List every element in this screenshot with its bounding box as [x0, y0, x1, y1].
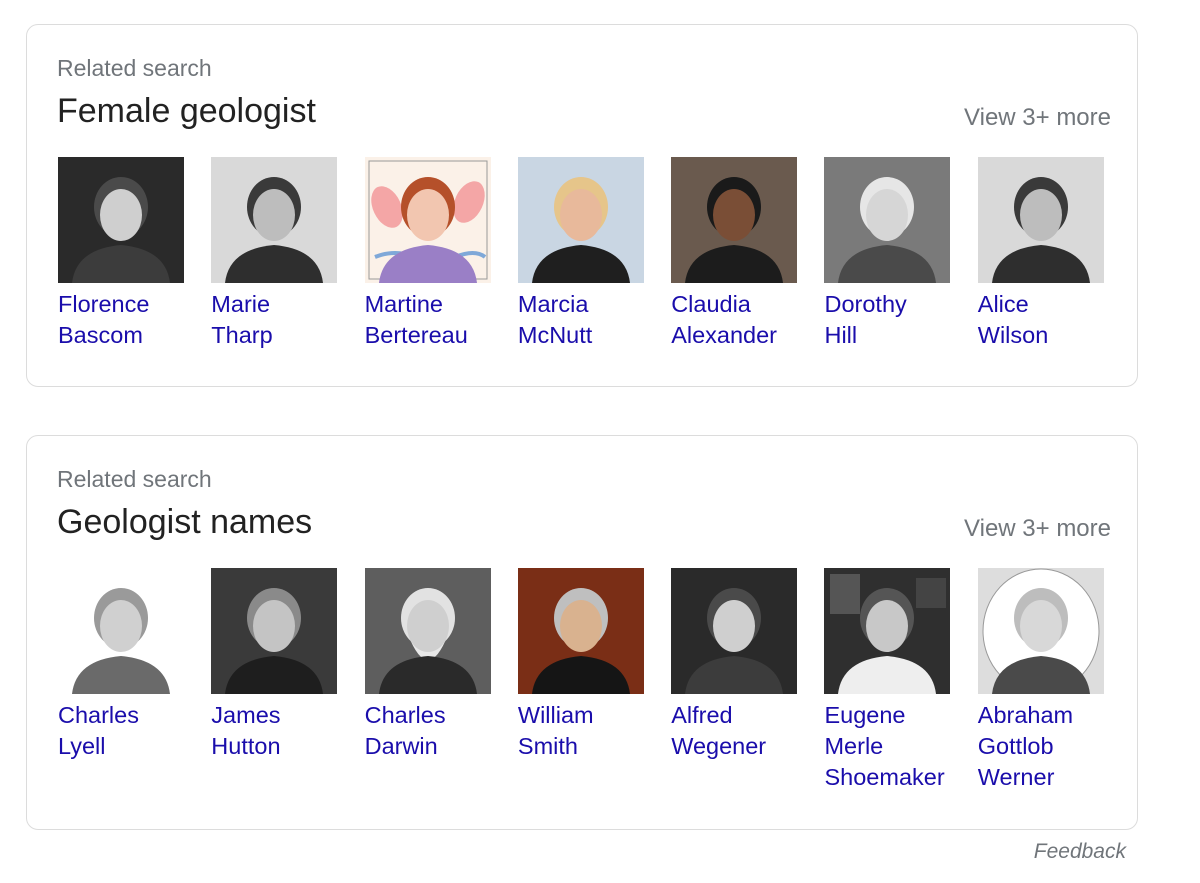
person-photo[interactable] — [671, 157, 798, 283]
person-name-link[interactable]: Martine Bertereau — [365, 289, 515, 351]
person-photo[interactable] — [824, 568, 951, 694]
person-name-line: Tharp — [211, 322, 273, 348]
person-card[interactable]: Martine Bertereau — [364, 157, 491, 351]
person-name-line: Shoemaker — [824, 764, 945, 790]
person-name-link[interactable]: Alice Wilson — [978, 289, 1128, 351]
card-title[interactable]: Female geologist — [57, 91, 316, 131]
person-name-line: Hutton — [211, 733, 281, 759]
person-name-line: Merle — [824, 733, 884, 759]
view-more-link[interactable]: View 3+ more — [964, 514, 1111, 544]
person-name-line: Smith — [517, 733, 578, 759]
person-name-line: Martine — [364, 291, 443, 317]
related-search-card-female-geologist: Related search Female geologist View 3+ … — [26, 24, 1138, 387]
person-name-line: Marcia — [517, 291, 589, 317]
person-photo[interactable] — [211, 568, 338, 694]
person-name-line: Werner — [977, 764, 1055, 790]
person-name-line: Lyell — [58, 733, 106, 759]
person-name-line: Wegener — [671, 733, 767, 759]
person-photo[interactable] — [58, 568, 184, 694]
view-more-link[interactable]: View 3+ more — [964, 103, 1111, 133]
person-card[interactable]: Abraham Gottlob Werner — [977, 568, 1104, 793]
person-name-link[interactable]: Eugene Merle Shoemaker — [824, 700, 974, 793]
person-card[interactable]: Marie Tharp — [211, 157, 338, 351]
person-photo[interactable] — [211, 157, 338, 283]
related-search-label: Related search — [57, 55, 212, 81]
person-photo[interactable] — [58, 157, 184, 283]
person-name-link[interactable]: Charles Lyell — [58, 700, 208, 762]
person-name-link[interactable]: William Smith — [518, 700, 668, 762]
person-name-line: Florence — [58, 291, 150, 317]
person-card[interactable]: Claudia Alexander — [671, 157, 798, 351]
person-photo[interactable] — [977, 157, 1104, 283]
person-name-link[interactable]: Marcia McNutt — [518, 289, 668, 351]
person-card[interactable]: Charles Darwin — [364, 568, 491, 793]
person-card[interactable]: Charles Lyell — [58, 568, 184, 793]
person-name-line: Abraham — [977, 702, 1074, 728]
person-name-line: Marie — [211, 291, 271, 317]
people-carousel: Florence Bascom Marie Tharp Martine Bertereau… — [58, 157, 1131, 351]
person-photo[interactable] — [824, 157, 951, 283]
person-card[interactable]: Dorothy Hill — [824, 157, 951, 351]
person-name-line: Gottlob — [977, 733, 1054, 759]
related-search-label: Related search — [57, 466, 212, 492]
person-name-line: Alexander — [671, 322, 778, 348]
person-card[interactable]: James Hutton — [211, 568, 338, 793]
person-name-link[interactable]: Charles Darwin — [365, 700, 515, 762]
person-name-link[interactable]: Abraham Gottlob Werner — [978, 700, 1128, 793]
card-title[interactable]: Geologist names — [57, 502, 312, 542]
person-card[interactable]: Alice Wilson — [977, 157, 1104, 351]
person-card[interactable]: Florence Bascom — [58, 157, 184, 351]
person-name-line: Dorothy — [824, 291, 907, 317]
person-name-line: Charles — [364, 702, 446, 728]
person-card[interactable]: William Smith — [517, 568, 644, 793]
person-name-link[interactable]: Claudia Alexander — [671, 289, 821, 351]
person-name-line: Hill — [824, 322, 858, 348]
person-name-line: Charles — [58, 702, 139, 728]
person-card[interactable]: Marcia McNutt — [517, 157, 644, 351]
person-name-line: Eugene — [824, 702, 906, 728]
person-name-line: Bertereau — [364, 322, 468, 348]
person-name-line: McNutt — [517, 322, 593, 348]
related-search-card-geologist-names: Related search Geologist names View 3+ m… — [26, 435, 1138, 830]
person-name-link[interactable]: Dorothy Hill — [824, 289, 974, 351]
person-photo[interactable] — [364, 157, 491, 283]
person-name-line: James — [211, 702, 281, 728]
person-name-line: Alfred — [671, 702, 733, 728]
person-photo[interactable] — [364, 568, 491, 694]
person-name-link[interactable]: Marie Tharp — [211, 289, 361, 351]
person-card[interactable]: Alfred Wegener — [671, 568, 798, 793]
person-photo[interactable] — [517, 568, 644, 694]
person-name-line: William — [517, 702, 594, 728]
person-name-line: Darwin — [364, 733, 438, 759]
person-photo[interactable] — [517, 157, 644, 283]
person-card[interactable]: Eugene Merle Shoemaker — [824, 568, 951, 793]
person-name-line: Claudia — [671, 291, 751, 317]
person-name-line: Alice — [977, 291, 1029, 317]
person-name-line: Bascom — [58, 322, 143, 348]
person-name-link[interactable]: James Hutton — [211, 700, 361, 762]
feedback-link[interactable]: Feedback — [1034, 840, 1126, 864]
person-photo[interactable] — [977, 568, 1104, 694]
person-name-link[interactable]: Alfred Wegener — [671, 700, 821, 762]
person-name-line: Wilson — [977, 322, 1049, 348]
people-carousel: Charles Lyell James Hutton Charles Darwin Will… — [58, 568, 1131, 793]
person-photo[interactable] — [671, 568, 798, 694]
person-name-link[interactable]: Florence Bascom — [58, 289, 208, 351]
